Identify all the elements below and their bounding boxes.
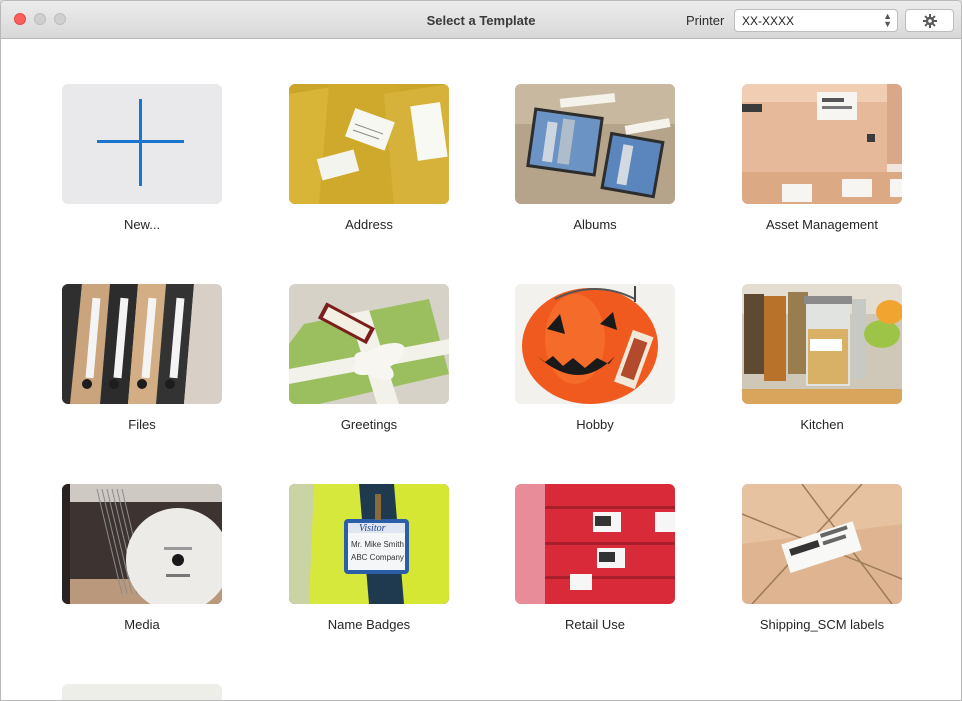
template-label: Address [345, 217, 393, 232]
media-thumbnail[interactable] [62, 484, 222, 604]
template-label: Media [124, 617, 160, 632]
kitchen-thumbnail[interactable] [742, 284, 902, 404]
binders-image [62, 284, 222, 404]
template-label: Retail Use [565, 617, 625, 632]
shoe-boxes-image [515, 484, 675, 604]
name-badge-image: Visitor Mr. Mike Smith ABC Company [289, 484, 449, 604]
badge-company-text: ABC Company [351, 553, 404, 562]
partial-thumbnail[interactable] [62, 684, 222, 700]
printer-select[interactable]: XX-XXXX ▲ ▼ [734, 9, 898, 32]
parcel-image [742, 484, 902, 604]
name-badges-thumbnail[interactable]: Visitor Mr. Mike Smith ABC Company [289, 484, 449, 604]
template-label: Hobby [576, 417, 614, 432]
select-arrows-icon: ▲ ▼ [883, 11, 892, 29]
gift-box-image [289, 284, 449, 404]
cd-disc-image [62, 484, 222, 604]
template-grid: New... Address Albums Asset Management F… [1, 40, 961, 700]
template-label: Shipping_SCM labels [759, 617, 885, 632]
printer-select-value: XX-XXXX [742, 14, 795, 28]
template-label: Greetings [340, 417, 398, 432]
title-bar: Select a Template Printer XX-XXXX ▲ ▼ [1, 1, 961, 39]
pumpkin-image [515, 284, 675, 404]
boxes-image [742, 84, 902, 204]
template-label: Files [128, 417, 156, 432]
badge-name-text: Mr. Mike Smith [351, 540, 404, 549]
template-label: New... [123, 217, 161, 232]
hobby-thumbnail[interactable] [515, 284, 675, 404]
printer-label: Printer [686, 13, 725, 28]
new-template-thumbnail[interactable] [62, 84, 222, 204]
template-label: Albums [573, 217, 617, 232]
retail-use-thumbnail[interactable] [515, 484, 675, 604]
plus-icon [97, 99, 184, 186]
template-label: Asset Management [765, 217, 878, 232]
badge-visitor-text: Visitor [359, 523, 386, 534]
address-thumbnail[interactable] [289, 84, 449, 204]
envelopes-image [289, 84, 449, 204]
greetings-thumbnail[interactable] [289, 284, 449, 404]
settings-button[interactable] [905, 9, 954, 32]
files-thumbnail[interactable] [62, 284, 222, 404]
shipping-thumbnail[interactable] [742, 484, 902, 604]
gear-icon [923, 14, 937, 28]
spice-jars-image [742, 284, 902, 404]
template-label: Kitchen [800, 417, 844, 432]
template-selection-window: Select a Template Printer XX-XXXX ▲ ▼ Ne… [0, 0, 962, 701]
template-label: Name Badges [327, 617, 411, 632]
albums-thumbnail[interactable] [515, 84, 675, 204]
photo-album-image [515, 84, 675, 204]
asset-management-thumbnail[interactable] [742, 84, 902, 204]
